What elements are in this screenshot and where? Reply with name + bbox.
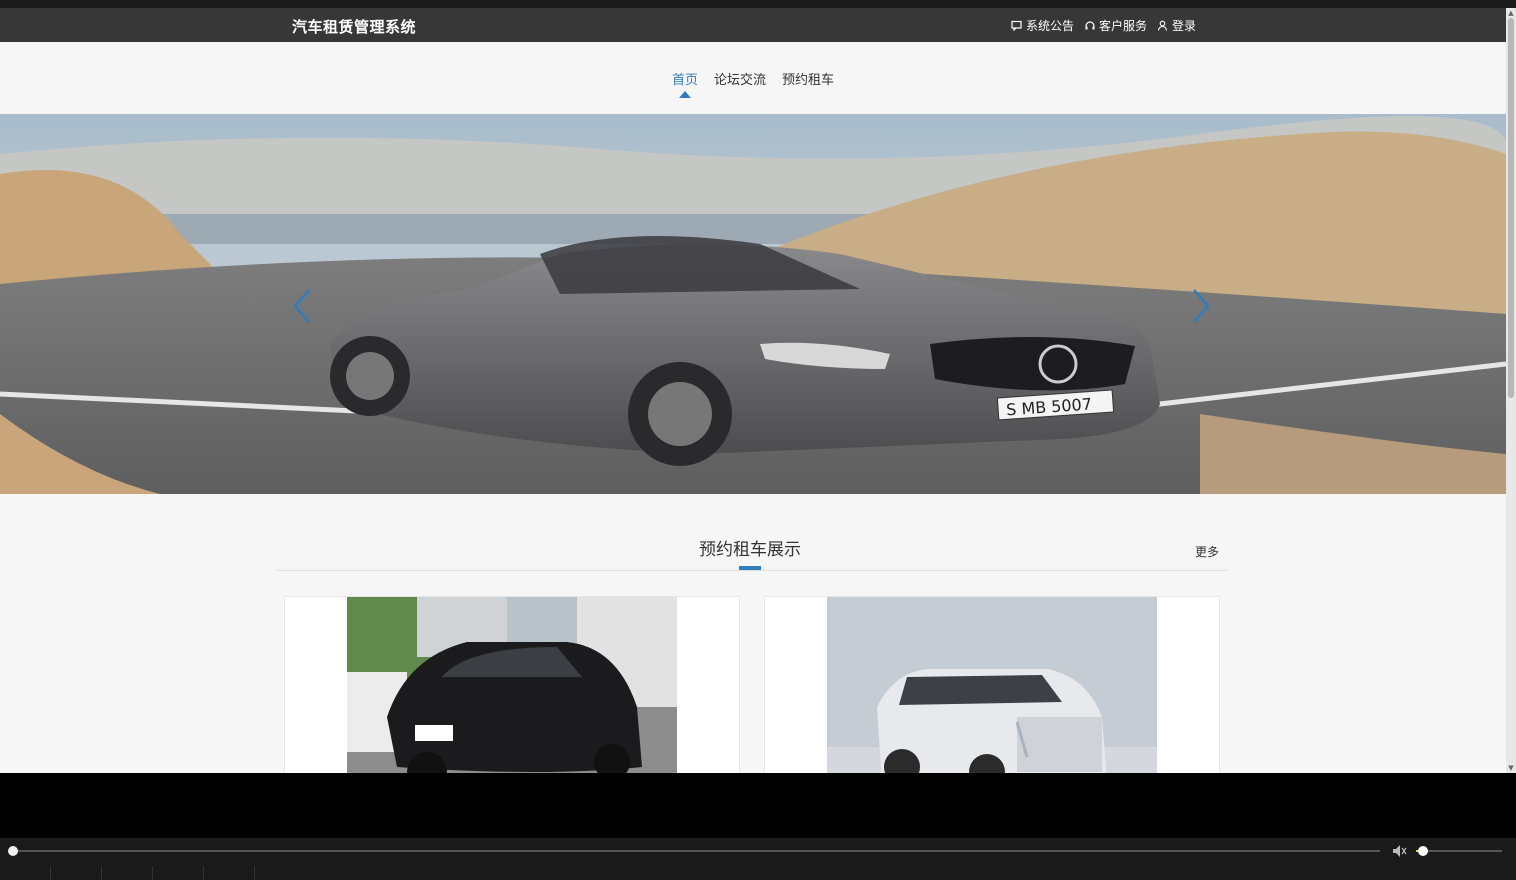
carousel-prev-button[interactable]	[289, 286, 317, 326]
header-links: 系统公告 客户服务 登录	[1011, 17, 1196, 34]
nav-item-forum[interactable]: 论坛交流	[714, 69, 766, 88]
volume-track[interactable]	[1416, 850, 1502, 852]
user-icon	[1157, 20, 1169, 32]
car-card[interactable]	[284, 596, 740, 773]
chevron-left-icon	[293, 289, 310, 323]
section-header: 预约租车展示 更多	[277, 530, 1227, 571]
car-thumbnail	[347, 597, 677, 773]
toolbar-slot[interactable]	[51, 866, 102, 880]
toolbar-slot[interactable]	[153, 866, 204, 880]
scroll-up-icon[interactable]: ▲	[1507, 8, 1515, 18]
car-card[interactable]	[764, 596, 1220, 773]
site-title: 汽车租赁管理系统	[292, 18, 417, 36]
banner-image: S MB 5007	[0, 114, 1506, 494]
car-thumbnail	[827, 597, 1157, 773]
volume-knob[interactable]	[1418, 846, 1429, 856]
login-link-label: 登录	[1171, 19, 1196, 33]
progress-track[interactable]	[12, 850, 1380, 852]
toolbar-slot[interactable]	[204, 866, 255, 880]
notice-link[interactable]: 系统公告	[1011, 17, 1074, 34]
carousel-next-button[interactable]	[1186, 286, 1214, 326]
scrollbar-thumb[interactable]	[1508, 18, 1514, 398]
browser-viewport: 汽车租赁管理系统 系统公告 客户服务 登录 首页 论坛交流 预约租车 S MB …	[0, 8, 1506, 773]
media-player-bar	[0, 838, 1516, 880]
nav-item-reserve[interactable]: 预约租车	[782, 69, 834, 88]
main-nav: 首页 论坛交流 预约租车	[0, 42, 1506, 114]
window-top-strip	[0, 0, 1516, 8]
vertical-scrollbar[interactable]: ▲ ▼	[1506, 8, 1516, 773]
customer-service-link[interactable]: 客户服务	[1084, 17, 1147, 34]
toolbar-slot[interactable]	[102, 866, 153, 880]
section-title: 预约租车展示	[699, 540, 801, 560]
more-link[interactable]: 更多	[1195, 543, 1219, 560]
section-underline	[739, 566, 761, 570]
toolbar-slot[interactable]	[0, 866, 51, 880]
player-toolbar	[0, 866, 1516, 880]
headset-icon	[1084, 20, 1096, 32]
login-link[interactable]: 登录	[1157, 17, 1196, 34]
scroll-down-icon[interactable]: ▼	[1507, 763, 1515, 773]
customer-service-link-label: 客户服务	[1098, 19, 1147, 33]
site-header: 汽车租赁管理系统 系统公告 客户服务 登录	[0, 8, 1506, 42]
volume-icon[interactable]	[1392, 844, 1408, 858]
nav-item-home[interactable]: 首页	[672, 69, 698, 98]
progress-knob[interactable]	[8, 846, 18, 856]
notice-link-label: 系统公告	[1025, 19, 1074, 33]
nav-items: 首页 论坛交流 预约租车	[672, 69, 834, 98]
notice-icon	[1011, 20, 1023, 32]
chevron-right-icon	[1193, 289, 1210, 323]
banner-carousel[interactable]: S MB 5007	[0, 114, 1506, 494]
